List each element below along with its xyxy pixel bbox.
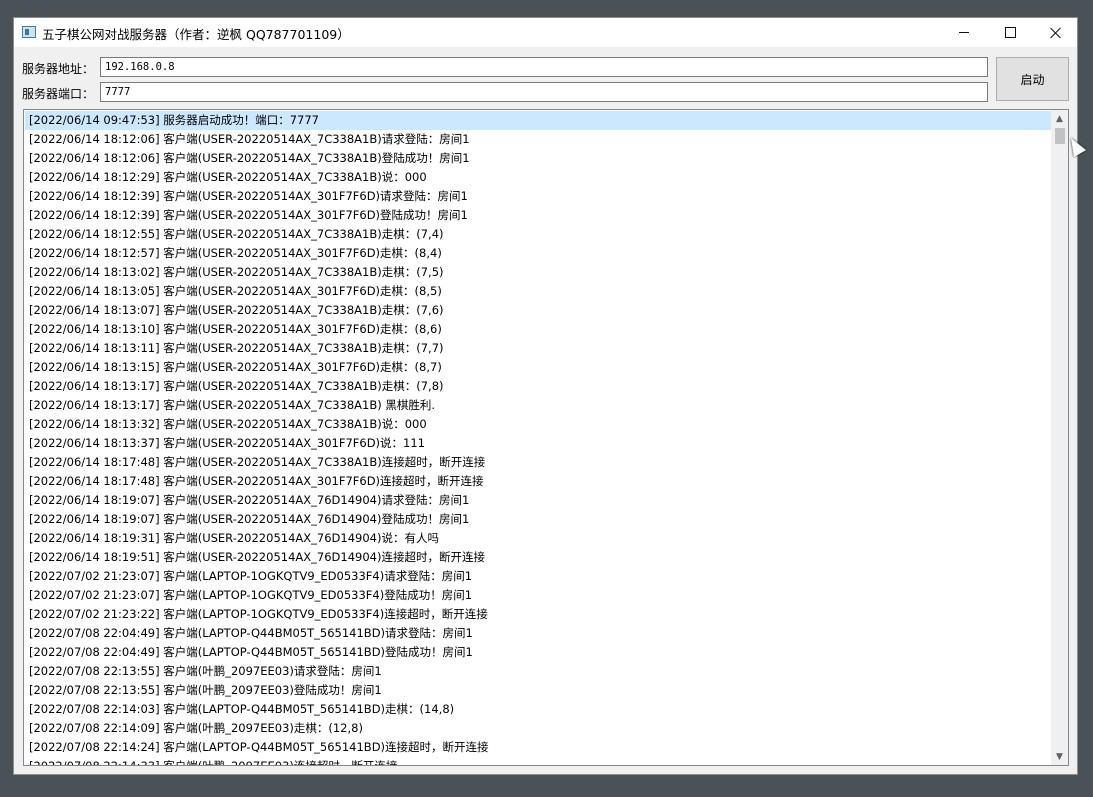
log-listbox[interactable]: [2022/06/14 09:47:53] 服务器启动成功！端口：7777 [20… (23, 109, 1069, 766)
log-list-item[interactable]: [2022/06/14 18:12:39] 客户端(USER-20220514A… (25, 206, 1051, 225)
log-list-item[interactable]: [2022/06/14 18:17:48] 客户端(USER-20220514A… (25, 472, 1051, 491)
log-list-item[interactable]: [2022/06/14 18:13:37] 客户端(USER-20220514A… (25, 434, 1051, 453)
log-list-item[interactable]: [2022/06/14 18:13:05] 客户端(USER-20220514A… (25, 282, 1051, 301)
log-list-item[interactable]: [2022/06/14 18:12:39] 客户端(USER-20220514A… (25, 187, 1051, 206)
log-list-item[interactable]: [2022/06/14 18:12:29] 客户端(USER-20220514A… (25, 168, 1051, 187)
server-port-input[interactable]: 7777 (100, 82, 988, 102)
log-list-item[interactable]: [2022/06/14 18:12:57] 客户端(USER-20220514A… (25, 244, 1051, 263)
server-address-label: 服务器地址： (22, 62, 95, 76)
close-button[interactable] (1033, 18, 1079, 47)
log-list-item[interactable]: [2022/06/14 18:13:17] 客户端(USER-20220514A… (25, 396, 1051, 415)
log-list-item[interactable]: [2022/07/02 21:23:07] 客户端(LAPTOP-1OGKQTV… (25, 567, 1051, 586)
scroll-thumb[interactable] (1055, 128, 1065, 144)
log-list-item[interactable]: [2022/07/08 22:14:09] 客户端(叶鹏_2097EE03)走棋… (25, 719, 1051, 738)
log-list-item[interactable]: [2022/06/14 18:12:06] 客户端(USER-20220514A… (25, 149, 1051, 168)
log-list[interactable]: [2022/06/14 09:47:53] 服务器启动成功！端口：7777 [20… (25, 111, 1051, 765)
log-list-item[interactable]: [2022/06/14 18:19:07] 客户端(USER-20220514A… (25, 510, 1051, 529)
maximize-icon (1004, 27, 1016, 38)
server-port-label: 服务器端口： (22, 87, 95, 101)
log-list-item[interactable]: [2022/06/14 18:13:32] 客户端(USER-20220514A… (25, 415, 1051, 434)
log-list-item[interactable]: [2022/06/14 18:12:55] 客户端(USER-20220514A… (25, 225, 1051, 244)
log-list-item[interactable]: [2022/07/08 22:13:55] 客户端(叶鹏_2097EE03)登陆… (25, 681, 1051, 700)
log-list-item[interactable]: [2022/07/08 22:04:49] 客户端(LAPTOP-Q44BM05… (25, 624, 1051, 643)
log-list-item[interactable]: [2022/07/08 22:14:24] 客户端(LAPTOP-Q44BM05… (25, 738, 1051, 757)
log-list-item[interactable]: [2022/06/14 09:47:53] 服务器启动成功！端口：7777 (25, 111, 1051, 130)
log-list-item[interactable]: [2022/07/08 22:04:49] 客户端(LAPTOP-Q44BM05… (25, 643, 1051, 662)
minimize-icon (959, 32, 969, 33)
vertical-scrollbar[interactable]: ▲ ▼ (1051, 110, 1068, 765)
main-window: 五子棋公网对战服务器（作者：逆枫 QQ787701109） 服务器地址： 192… (13, 17, 1078, 775)
app-window-icon (22, 26, 36, 38)
log-list-item[interactable]: [2022/06/14 18:13:11] 客户端(USER-20220514A… (25, 339, 1051, 358)
scroll-up-arrow-icon[interactable]: ▲ (1051, 110, 1068, 127)
close-icon (1050, 27, 1062, 39)
log-list-item[interactable]: [2022/06/14 18:13:07] 客户端(USER-20220514A… (25, 301, 1051, 320)
log-list-item[interactable]: [2022/06/14 18:17:48] 客户端(USER-20220514A… (25, 453, 1051, 472)
start-button[interactable]: 启动 (996, 57, 1069, 101)
server-address-input[interactable]: 192.168.0.8 (100, 57, 988, 77)
minimize-button[interactable] (941, 18, 987, 47)
log-list-item[interactable]: [2022/06/14 18:13:02] 客户端(USER-20220514A… (25, 263, 1051, 282)
log-list-item[interactable]: [2022/06/14 18:19:31] 客户端(USER-20220514A… (25, 529, 1051, 548)
log-list-item[interactable]: [2022/06/14 18:13:10] 客户端(USER-20220514A… (25, 320, 1051, 339)
log-list-item[interactable]: [2022/07/08 22:14:03] 客户端(LAPTOP-Q44BM05… (25, 700, 1051, 719)
scroll-down-arrow-icon[interactable]: ▼ (1051, 748, 1068, 765)
log-list-item[interactable]: [2022/06/14 18:13:15] 客户端(USER-20220514A… (25, 358, 1051, 377)
log-list-item[interactable]: [2022/06/14 18:19:51] 客户端(USER-20220514A… (25, 548, 1051, 567)
log-list-item[interactable]: [2022/06/14 18:13:17] 客户端(USER-20220514A… (25, 377, 1051, 396)
log-list-item[interactable]: [2022/06/14 18:19:07] 客户端(USER-20220514A… (25, 491, 1051, 510)
maximize-button[interactable] (987, 18, 1033, 47)
window-title: 五子棋公网对战服务器（作者：逆枫 QQ787701109） (42, 27, 350, 42)
log-list-item[interactable]: [2022/07/08 22:13:55] 客户端(叶鹏_2097EE03)请求… (25, 662, 1051, 681)
log-list-item[interactable]: [2022/07/02 21:23:07] 客户端(LAPTOP-1OGKQTV… (25, 586, 1051, 605)
log-list-item[interactable]: [2022/07/02 21:23:22] 客户端(LAPTOP-1OGKQTV… (25, 605, 1051, 624)
title-bar[interactable]: 五子棋公网对战服务器（作者：逆枫 QQ787701109） (14, 18, 1077, 47)
log-list-item[interactable]: [2022/06/14 18:12:06] 客户端(USER-20220514A… (25, 130, 1051, 149)
log-list-item[interactable]: [2022/07/08 22:14:33] 客户端(叶鹏_2097EE03)连接… (25, 757, 1051, 765)
